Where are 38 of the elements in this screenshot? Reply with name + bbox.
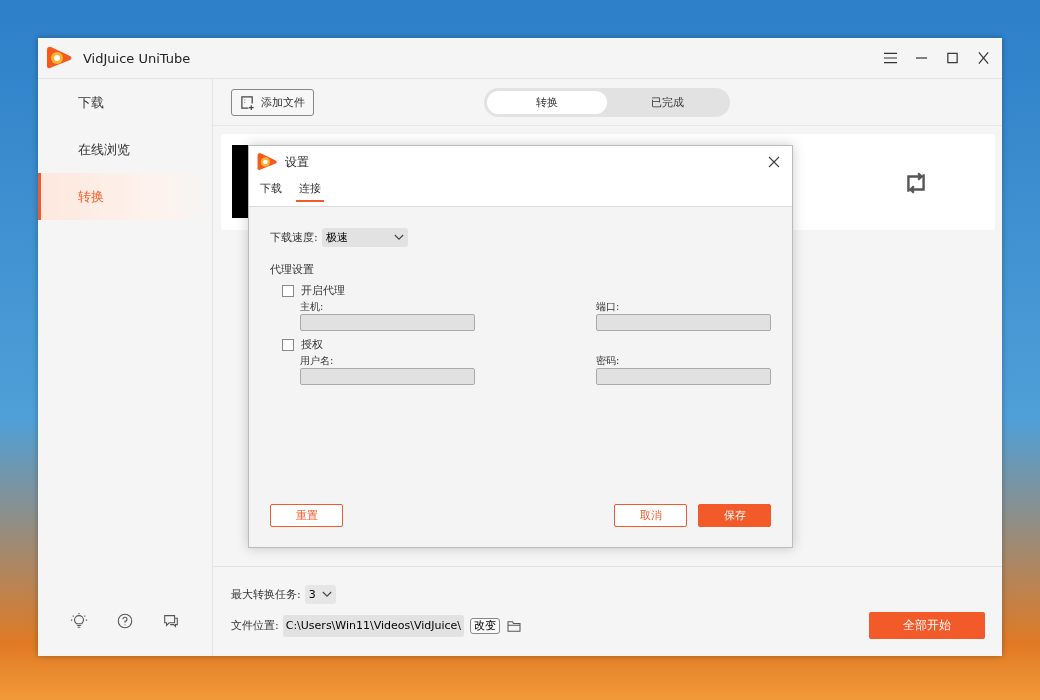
chevron-down-icon [393, 234, 404, 241]
window-title: VidJuice UniTube [83, 50, 191, 66]
tab[interactable]: 转换 [487, 90, 607, 114]
lightbulb-icon[interactable] [70, 612, 88, 630]
close-icon[interactable] [768, 156, 780, 168]
dialog-button[interactable]: 重置 [270, 504, 343, 527]
max-tasks-dropdown[interactable]: 3 [304, 585, 336, 604]
download-speed-label: 下载速度: [270, 230, 318, 245]
add-file-button[interactable]: 添加文件 [231, 88, 314, 116]
field-label: 主机: [300, 300, 325, 314]
help-icon[interactable] [116, 612, 134, 630]
maximize-icon[interactable] [944, 52, 961, 64]
tab[interactable]: 下载 [260, 178, 285, 200]
sidebar-item[interactable]: 下载 [38, 79, 212, 126]
checkbox-label: 开启代理 [301, 283, 345, 298]
file-location-field[interactable]: C:\Users\Win11\Videos\VidJuice\ [282, 614, 465, 637]
section-title: 代理设置 [270, 262, 315, 277]
tab[interactable]: 连接 [296, 178, 324, 202]
max-tasks-label: 最大转换任务: [231, 587, 301, 602]
checkbox[interactable] [282, 338, 294, 351]
field-label: 密码: [596, 354, 621, 368]
sidebar-item[interactable]: 在线浏览 [38, 126, 212, 173]
app-logo-icon [256, 151, 278, 173]
change-button[interactable]: 改变 [470, 617, 501, 634]
checkbox[interactable] [282, 284, 294, 297]
download-speed-dropdown[interactable]: 极速 [321, 228, 408, 247]
field-label: 端口: [596, 300, 621, 314]
checkbox-label: 授权 [301, 337, 323, 352]
dialog-title: 设置 [285, 153, 309, 171]
menu-icon[interactable] [882, 52, 899, 64]
chevron-down-icon [321, 591, 332, 598]
add-file-icon [240, 94, 255, 110]
dialog-button[interactable]: 取消 [614, 504, 687, 527]
chat-icon[interactable] [162, 612, 180, 630]
tab[interactable]: 已完成 [607, 90, 727, 114]
folder-icon[interactable] [507, 619, 522, 632]
file-location-label: 文件位置: [231, 618, 279, 633]
field-label: 用户名: [300, 354, 335, 368]
